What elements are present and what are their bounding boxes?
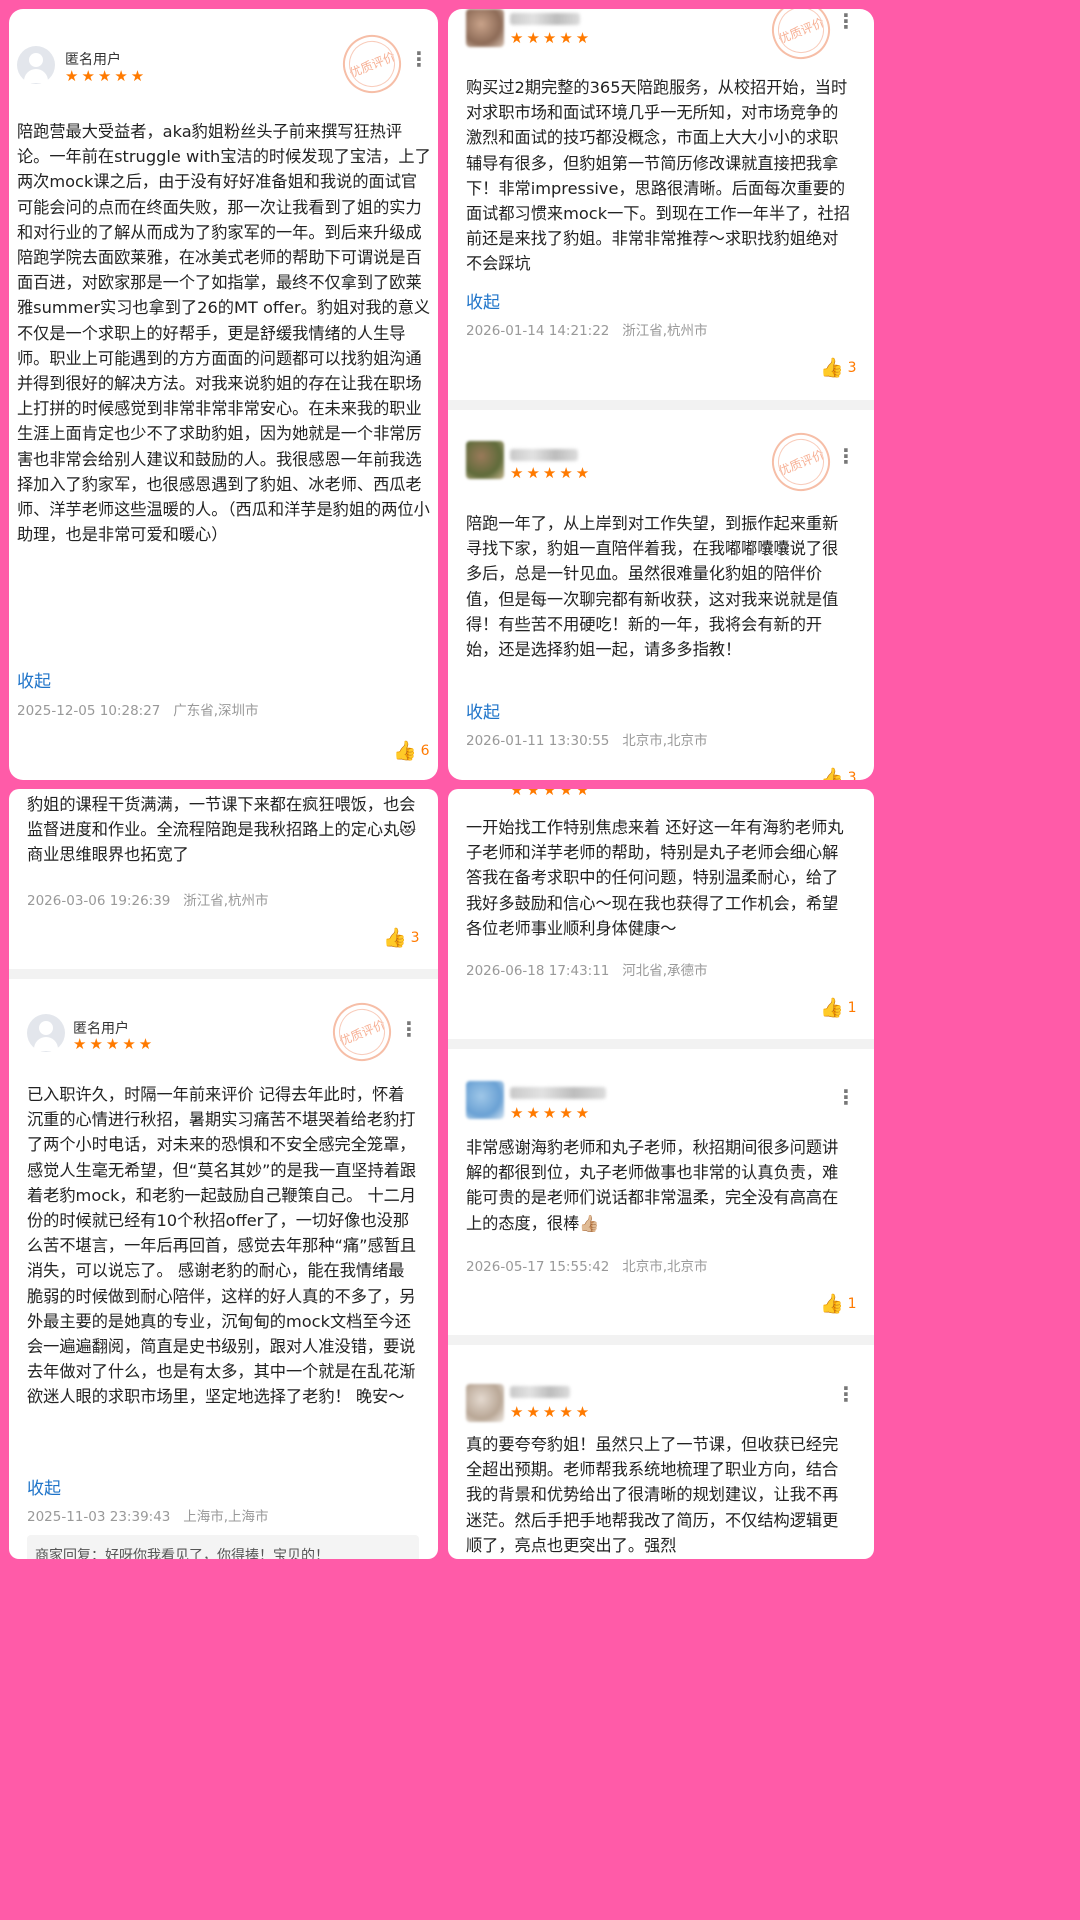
quality-review-stamp-icon: 优质评价 — [334, 26, 410, 102]
thumbs-up-icon: 👍 — [820, 767, 844, 780]
collapse-link[interactable]: 收起 — [466, 288, 500, 313]
quality-review-stamp-icon: 优质评价 — [763, 424, 839, 500]
user-name-blurred — [510, 1386, 570, 1398]
review-location: 河北省,承德市 — [622, 963, 708, 979]
card-divider — [448, 400, 874, 410]
review-text: 真的要夸夸豹姐！虽然只上了一节课，但收获已经完全超出预期。老师帮我系统地梳理了职… — [466, 1435, 839, 1555]
review-text: 豹姐的课程干货满满，一节课下来都在疯狂喂饭，也会监督进度和作业。全流程陪跑是我秋… — [27, 795, 417, 865]
review-text: 陪跑营最大受益者，aka豹姐粉丝头子前来撰写狂热评论。一年前在struggle … — [17, 122, 431, 545]
like-button[interactable]: 👍 6 — [393, 739, 430, 762]
review-meta: 2025-11-03 23:39:43 上海市,上海市 — [27, 1505, 269, 1525]
avatar[interactable] — [27, 1014, 65, 1052]
like-count: 1 — [847, 1295, 857, 1312]
like-count: 3 — [847, 769, 857, 781]
review-meta: 2026-03-06 19:26:39 浙江省,杭州市 — [27, 889, 269, 909]
review-meta: 2026-01-11 13:30:55 北京市,北京市 — [466, 729, 708, 749]
collapse-link[interactable]: 收起 — [17, 667, 51, 692]
merchant-reply: 商家回复：好呀你我看见了，你得捧！宝贝的！ — [27, 1535, 419, 1559]
review-text: 非常感谢海豹老师和丸子老师，秋招期间很多问题讲解的都很到位，丸子老师做事也非常的… — [466, 1138, 839, 1233]
avatar[interactable] — [466, 9, 504, 47]
more-options-icon[interactable]: ⋮ — [836, 11, 856, 31]
review-text: 已入职许久，时隔一年前来评价 记得去年此时，怀着沉重的心情进行秋招，暑期实习痛苦… — [27, 1085, 417, 1407]
thumbs-up-icon: 👍 — [820, 997, 844, 1019]
review-meta: 2025-12-05 10:28:27 广东省,深圳市 — [17, 699, 259, 719]
user-name-blurred — [510, 449, 578, 461]
user-name-blurred — [510, 13, 580, 25]
thumbs-up-icon: 👍 — [383, 927, 407, 949]
review-location: 浙江省,杭州市 — [183, 893, 269, 909]
review-meta: 2026-01-14 14:21:22 浙江省,杭州市 — [466, 319, 708, 339]
thumbs-up-icon: 👍 — [820, 1293, 844, 1315]
review-location: 广东省,深圳市 — [173, 703, 259, 719]
avatar[interactable] — [466, 1384, 504, 1422]
review-location: 上海市,上海市 — [183, 1509, 269, 1525]
like-button[interactable]: 👍 1 — [820, 1292, 857, 1315]
review-text: 购买过2期完整的365天陪跑服务，从校招开始，当时对求职市场和面试环境几乎一无所… — [466, 78, 850, 274]
review-date: 2025-11-03 23:39:43 — [27, 1509, 171, 1525]
user-name: 匿名用户 — [65, 52, 121, 68]
star-rating: ★★★★★ — [510, 789, 593, 799]
like-count: 3 — [410, 929, 420, 946]
like-count: 6 — [420, 742, 430, 759]
avatar[interactable] — [17, 46, 55, 84]
quality-review-stamp-icon: 优质评价 — [324, 994, 400, 1070]
quality-review-stamp-icon: 优质评价 — [763, 9, 839, 68]
more-options-icon[interactable]: ⋮ — [409, 49, 429, 69]
star-rating: ★★★★★ — [510, 1403, 593, 1421]
like-button[interactable]: 👍 3 — [820, 356, 857, 379]
review-location: 北京市,北京市 — [622, 733, 708, 749]
star-rating: ★★★★★ — [510, 29, 593, 47]
like-count: 3 — [847, 359, 857, 376]
like-button[interactable]: 👍 1 — [820, 996, 857, 1019]
review-card-2: ★★★★★ 优质评价 ⋮ 购买过2期完整的365天陪跑服务，从校招开始，当时对求… — [448, 9, 874, 780]
card-divider — [448, 1335, 874, 1345]
user-name-blurred — [510, 1087, 606, 1099]
star-rating: ★★★★★ — [510, 464, 593, 482]
more-options-icon[interactable]: ⋮ — [836, 446, 856, 466]
like-button[interactable]: 👍 3 — [820, 766, 857, 780]
more-options-icon[interactable]: ⋮ — [836, 1384, 856, 1404]
card-divider — [9, 969, 438, 979]
star-rating: ★★★★★ — [73, 1035, 156, 1053]
review-text: 陪跑一年了，从上岸到对工作失望，到振作起来重新寻找下家，豹姐一直陪伴着我，在我嘟… — [466, 514, 839, 660]
more-options-icon[interactable]: ⋮ — [836, 1087, 856, 1107]
avatar[interactable] — [466, 441, 504, 479]
avatar[interactable] — [466, 1081, 504, 1119]
collapse-link[interactable]: 收起 — [27, 1474, 61, 1499]
star-rating: ★★★★★ — [65, 67, 148, 85]
thumbs-up-icon: 👍 — [393, 740, 417, 762]
like-button[interactable]: 👍 3 — [383, 926, 420, 949]
review-meta: 2026-05-17 15:55:42 北京市,北京市 — [466, 1255, 708, 1275]
thumbs-up-icon: 👍 — [820, 357, 844, 379]
collapse-link[interactable]: 收起 — [466, 698, 500, 723]
review-date: 2026-01-11 13:30:55 — [466, 733, 610, 749]
review-date: 2026-06-18 17:43:11 — [466, 963, 610, 979]
review-location: 北京市,北京市 — [622, 1259, 708, 1275]
review-date: 2026-05-17 15:55:42 — [466, 1259, 610, 1275]
review-date: 2026-03-06 19:26:39 — [27, 893, 171, 909]
more-options-icon[interactable]: ⋮ — [399, 1019, 419, 1039]
review-card-3: 豹姐的课程干货满满，一节课下来都在疯狂喂饭，也会监督进度和作业。全流程陪跑是我秋… — [9, 789, 438, 1559]
review-text: 一开始找工作特别焦虑来着 还好这一年有海豹老师丸子老师和洋芋老师的帮助，特别是丸… — [466, 818, 844, 938]
review-card-4: ★★★★★ 一开始找工作特别焦虑来着 还好这一年有海豹老师丸子老师和洋芋老师的帮… — [448, 789, 874, 1559]
star-rating: ★★★★★ — [510, 1104, 593, 1122]
review-location: 浙江省,杭州市 — [622, 323, 708, 339]
like-count: 1 — [847, 999, 857, 1016]
review-card-1: 匿名用户 ★★★★★ 优质评价 ⋮ 陪跑营最大受益者，aka豹姐粉丝头子前来撰写… — [9, 9, 438, 780]
review-meta: 2026-06-18 17:43:11 河北省,承德市 — [466, 959, 708, 979]
card-divider — [448, 1039, 874, 1049]
review-date: 2025-12-05 10:28:27 — [17, 703, 161, 719]
review-date: 2026-01-14 14:21:22 — [466, 323, 610, 339]
